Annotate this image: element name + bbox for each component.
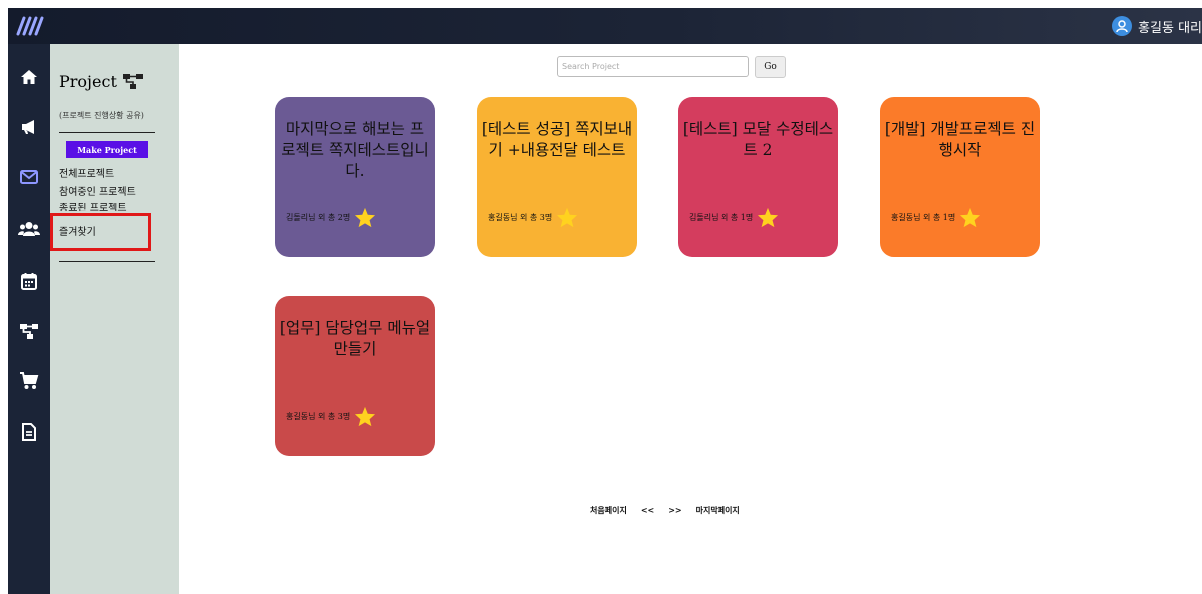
project-card[interactable]: [테스트] 모달 수정테스트 2 김돌리님 외 총 1명 (678, 97, 838, 257)
panel-title: Project (59, 72, 143, 91)
project-card[interactable]: [테스트 성공] 쪽지보내기 +내용전달 테스트 홍길동님 외 총 3명 (477, 97, 637, 257)
sitemap-icon (122, 74, 143, 89)
pagination: 처음페이지 << >> 마지막페이지 (590, 505, 740, 516)
menu-joined-projects[interactable]: 참여중인 프로젝트 (59, 187, 136, 199)
calendar-icon[interactable] (8, 266, 50, 296)
favorites-highlight-box (50, 213, 151, 251)
project-card[interactable]: [개발] 개발프로젝트 진행시작 홍길동님 외 총 1명 (880, 97, 1040, 257)
star-icon[interactable] (354, 207, 376, 228)
cart-icon[interactable] (8, 366, 50, 396)
sitemap-icon[interactable] (8, 316, 50, 346)
last-page-link[interactable]: 마지막페이지 (696, 505, 740, 516)
project-title: 마지막으로 해보는 프로젝트 쪽지테스트입니다. (281, 120, 429, 180)
project-title: [개발] 개발프로젝트 진행시작 (884, 120, 1036, 159)
document-icon[interactable] (8, 417, 50, 447)
star-icon[interactable] (757, 207, 779, 228)
prev-page-link[interactable]: << (641, 505, 654, 516)
top-bar: 홍길동 대리 (8, 8, 1202, 44)
project-members: 김돌리님 외 총 1명 (689, 213, 754, 222)
search-input[interactable] (557, 56, 749, 77)
project-title: [업무] 담당업무 메뉴얼 만들기 (279, 319, 431, 358)
project-members: 홍길동님 외 총 1명 (891, 213, 956, 222)
megaphone-icon[interactable] (8, 112, 50, 142)
project-title: [테스트 성공] 쪽지보내기 +내용전달 테스트 (481, 120, 633, 159)
home-icon[interactable] (8, 62, 50, 92)
project-title: [테스트] 모달 수정테스트 2 (682, 120, 834, 159)
user-avatar-icon (1112, 16, 1133, 36)
go-button[interactable]: Go (755, 56, 786, 78)
first-page-link[interactable]: 처음페이지 (590, 505, 627, 516)
menu-finished-projects[interactable]: 종료된 프로젝트 (59, 203, 127, 211)
next-page-link[interactable]: >> (668, 505, 681, 516)
sidebar (8, 44, 50, 594)
divider (59, 261, 155, 262)
star-icon[interactable] (354, 406, 376, 427)
make-project-button[interactable]: Make Project (66, 141, 148, 158)
project-panel: Project (프로젝트 진행상황 공유) Make Project 전체프로… (50, 44, 179, 594)
star-icon[interactable] (959, 207, 981, 228)
panel-subtitle: (프로젝트 진행상황 공유) (59, 111, 144, 120)
star-icon[interactable] (556, 207, 578, 228)
project-card[interactable]: [업무] 담당업무 메뉴얼 만들기 홍길동님 외 총 3명 (275, 296, 435, 456)
user-menu[interactable]: 홍길동 대리 (1112, 8, 1202, 44)
project-members: 홍길동님 외 총 3명 (286, 412, 351, 421)
users-icon[interactable] (8, 214, 50, 244)
project-members: 홍길동님 외 총 3명 (488, 213, 553, 222)
project-card[interactable]: 마지막으로 해보는 프로젝트 쪽지테스트입니다. 김돌리님 외 총 2명 (275, 97, 435, 257)
user-name: 홍길동 대리 (1138, 20, 1202, 36)
menu-all-projects[interactable]: 전체프로젝트 (59, 169, 114, 181)
project-members: 김돌리님 외 총 2명 (286, 213, 351, 222)
mail-icon[interactable] (8, 162, 50, 192)
logo-icon[interactable] (16, 14, 46, 38)
divider (59, 132, 155, 133)
